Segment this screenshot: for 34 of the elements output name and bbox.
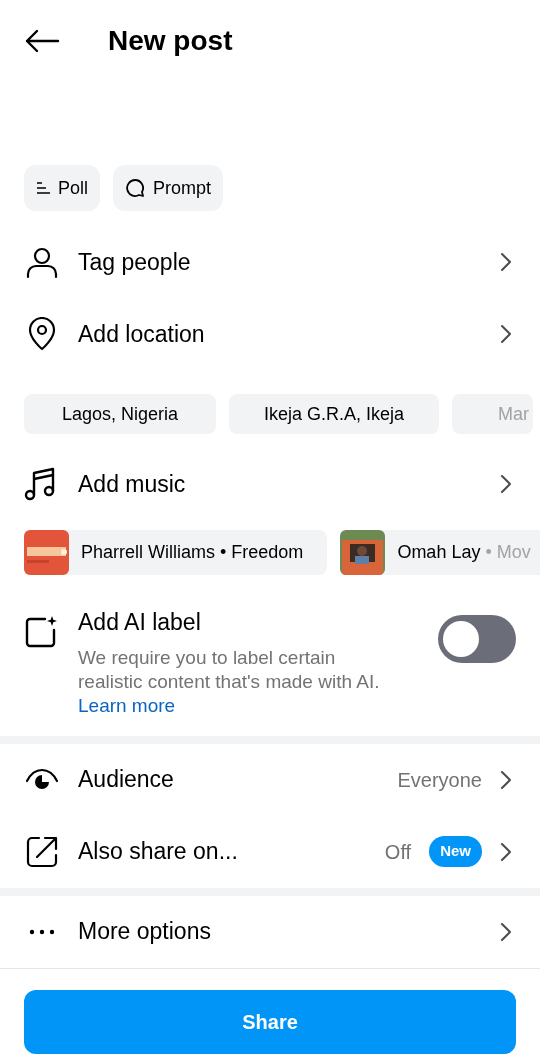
back-arrow-icon[interactable]: [24, 29, 60, 53]
setting-value: Everyone: [397, 767, 482, 793]
location-chip[interactable]: Lagos, Nigeria: [24, 394, 216, 434]
music-chip[interactable]: Pharrell Williams • Freedom: [24, 530, 328, 575]
chevron-right-icon: [500, 921, 512, 942]
setting-row[interactable]: Also share on... Off New: [0, 815, 540, 888]
page-title: New post: [108, 24, 233, 58]
ai-label-toggle[interactable]: [438, 615, 516, 663]
menu-row[interactable]: Add location: [0, 298, 540, 370]
music-note-icon: [24, 467, 56, 501]
learn-more-link[interactable]: Learn more: [78, 694, 176, 716]
location-pin-icon: [27, 317, 57, 351]
share-arrow-icon: [25, 834, 59, 869]
location-chip[interactable]: Ikeja G.R.A, Ikeja: [229, 394, 439, 434]
chevron-right-icon: [500, 474, 512, 494]
music-chip[interactable]: Omah Lay • Mov: [340, 530, 540, 575]
setting-row[interactable]: Audience Everyone: [0, 743, 540, 816]
poll-button[interactable]: Poll: [24, 165, 100, 211]
ai-sparkle-square-icon: [24, 615, 58, 649]
speech-bubble-icon: [125, 178, 145, 198]
chevron-right-icon: [500, 324, 512, 344]
menu-row[interactable]: More options: [0, 895, 540, 968]
person-icon: [25, 245, 59, 279]
ai-label-description: We require you to label certain realistic content that's made with AI. Learn more: [78, 645, 381, 718]
ai-label-title: Add AI label: [78, 608, 202, 637]
setting-value: Off: [384, 839, 412, 865]
menu-row[interactable]: Add music: [0, 448, 540, 520]
chevron-right-icon: [500, 841, 512, 862]
chevron-right-icon: [500, 252, 512, 272]
new-badge: New: [429, 836, 482, 867]
list-icon: [36, 181, 50, 195]
chevron-right-icon: [500, 769, 512, 790]
prompt-button[interactable]: Prompt: [113, 165, 224, 211]
menu-row[interactable]: Tag people: [0, 226, 540, 298]
